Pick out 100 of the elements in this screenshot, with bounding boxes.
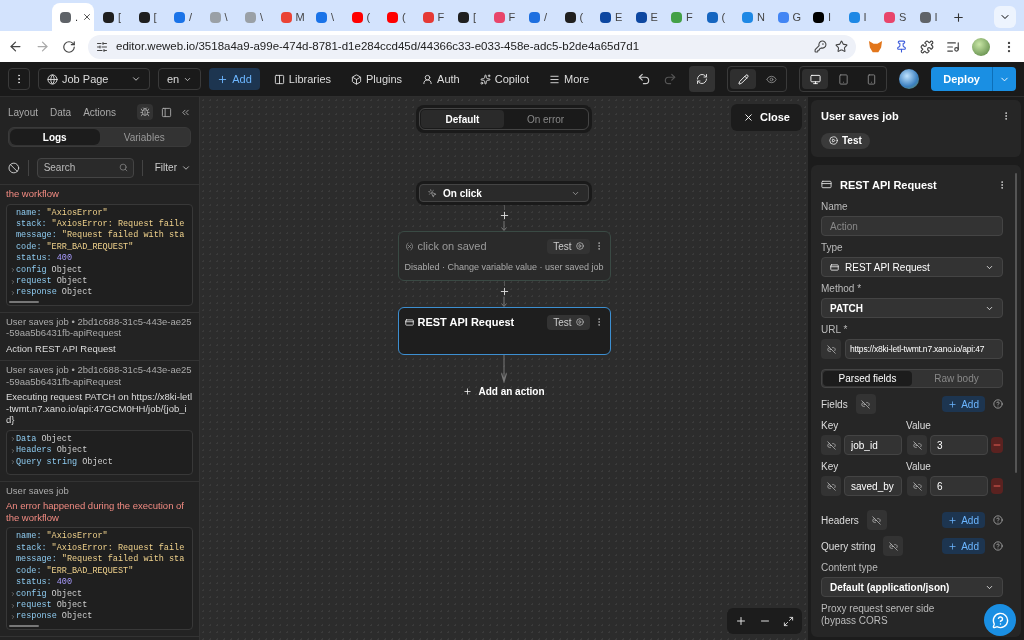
browser-tab[interactable]: [ xyxy=(129,5,165,29)
browser-tab[interactable]: ( xyxy=(697,5,733,29)
browser-tab[interactable]: F xyxy=(484,5,520,29)
remove-button[interactable] xyxy=(991,478,1003,494)
toolbar-button[interactable]: Libraries xyxy=(267,68,337,90)
browser-tab[interactable]: \ xyxy=(307,5,343,29)
property-key[interactable]: request xyxy=(16,599,52,612)
property-key[interactable]: config xyxy=(16,588,47,600)
bind-button[interactable] xyxy=(883,536,904,556)
edit-mode-button[interactable] xyxy=(730,69,757,89)
panel-tab[interactable]: Actions xyxy=(83,104,116,120)
add-step-button[interactable] xyxy=(498,210,510,221)
key-field[interactable]: job_id xyxy=(844,435,902,455)
close-button[interactable]: Close xyxy=(731,104,802,131)
bind-button[interactable] xyxy=(855,394,876,414)
action-node[interactable]: REST API Request Test xyxy=(397,307,611,355)
browser-tab[interactable]: [ xyxy=(449,5,485,29)
scrollbar-thumb[interactable] xyxy=(9,624,39,627)
bind-button[interactable] xyxy=(821,435,841,455)
browser-tab[interactable]: I xyxy=(804,5,840,29)
trigger-select[interactable]: On click xyxy=(419,184,589,202)
property-key[interactable]: response xyxy=(16,611,57,623)
value-field[interactable]: 3 xyxy=(930,435,988,455)
method-select[interactable]: PATCH xyxy=(821,298,1003,318)
add-button[interactable]: Add xyxy=(209,68,260,90)
zoom-in-button[interactable] xyxy=(735,615,747,627)
undo-button[interactable] xyxy=(637,72,652,86)
browser-tab[interactable]: F xyxy=(662,5,698,29)
browser-tab[interactable]: F xyxy=(413,5,449,29)
desktop-view-button[interactable] xyxy=(802,69,829,89)
url-field[interactable]: https://x8ki-letl-twmt.n7.xano.io/api:47 xyxy=(845,339,1003,359)
browser-tab[interactable]: I xyxy=(839,5,875,29)
toolbar-button[interactable]: Auth xyxy=(416,68,466,90)
browser-tab[interactable]: [ xyxy=(94,5,130,29)
browser-tab[interactable]: I xyxy=(910,5,946,29)
add-button[interactable]: Add xyxy=(942,538,985,554)
property-key[interactable]: response xyxy=(16,287,57,299)
tab-search-button[interactable] xyxy=(994,6,1016,28)
add-button[interactable]: Add xyxy=(942,396,985,412)
browser-tab[interactable]: ( xyxy=(378,5,414,29)
add-action-button[interactable]: Add an action xyxy=(463,384,545,399)
branch-tab[interactable]: On error xyxy=(504,110,587,128)
branch-tab[interactable]: Default xyxy=(421,110,504,128)
add-button[interactable]: Add xyxy=(942,512,985,528)
body-tab[interactable]: Parsed fields xyxy=(823,371,912,386)
browser-tab[interactable]: S xyxy=(875,5,911,29)
bind-button[interactable] xyxy=(907,435,927,455)
browser-tab[interactable]: G xyxy=(768,5,804,29)
test-button[interactable]: Test xyxy=(547,314,590,330)
browser-tab[interactable]: M xyxy=(271,5,307,29)
remove-button[interactable] xyxy=(991,437,1003,453)
address-bar[interactable]: editor.weweb.io/3518a4a9-a99e-474d-8781-d1e284ccd45d/44366c33-e033-458e-adc5-b2de4a65d7d1 xyxy=(88,34,856,59)
value-field[interactable]: 6 xyxy=(930,476,988,496)
name-field[interactable]: Action xyxy=(821,216,1003,236)
user-avatar[interactable] xyxy=(899,69,920,89)
browser-tab[interactable]: E xyxy=(626,5,662,29)
fit-view-button[interactable] xyxy=(783,615,794,627)
property-key[interactable]: request xyxy=(16,275,52,288)
filter-button[interactable]: Filter xyxy=(154,160,191,175)
content-type-select[interactable]: Default (application/json) xyxy=(821,577,1003,597)
toolbar-button[interactable]: More xyxy=(543,68,596,90)
add-step-button[interactable] xyxy=(498,286,510,297)
segment-tab[interactable]: Variables xyxy=(99,129,189,145)
property-key[interactable]: Query string xyxy=(16,456,78,468)
browser-tab[interactable]: ( xyxy=(342,5,378,29)
scrollbar-thumb[interactable] xyxy=(1015,172,1017,473)
language-select[interactable]: en xyxy=(158,68,202,90)
search-field[interactable]: Search xyxy=(36,157,134,178)
scrollbar-thumb[interactable] xyxy=(9,300,39,303)
browser-tab[interactable]: \ xyxy=(200,5,236,29)
browser-tab[interactable]: / xyxy=(520,5,556,29)
globe-icon xyxy=(47,73,58,85)
bind-button[interactable] xyxy=(866,510,887,530)
browser-tab[interactable]: / xyxy=(165,5,201,29)
page-select[interactable]: Job Page xyxy=(38,68,150,90)
property-key[interactable]: Headers xyxy=(16,445,52,457)
test-button[interactable]: Test xyxy=(821,132,870,149)
refresh-button[interactable] xyxy=(689,66,716,92)
browser-tab[interactable]: N xyxy=(733,5,769,29)
panel-tab[interactable]: Layout xyxy=(8,104,39,120)
browser-tab[interactable]: \ xyxy=(236,5,272,29)
profile-avatar[interactable] xyxy=(972,37,990,56)
property-key[interactable]: Data xyxy=(16,433,37,446)
bind-button[interactable] xyxy=(821,339,841,359)
chevron-down-icon xyxy=(131,74,141,84)
browser-tab[interactable]: . xyxy=(52,3,94,31)
bind-button[interactable] xyxy=(907,476,927,496)
property-key[interactable]: config xyxy=(16,264,47,276)
browser-tab[interactable]: ( xyxy=(555,5,591,29)
browser-tab[interactable]: E xyxy=(591,5,627,29)
panel-tab[interactable]: Data xyxy=(50,104,72,120)
bind-button[interactable] xyxy=(821,476,841,496)
body-tab[interactable]: Raw body xyxy=(912,371,1001,386)
debug-button[interactable] xyxy=(137,104,153,120)
fox-icon[interactable] xyxy=(868,39,883,54)
toolbar-button[interactable]: Plugins xyxy=(345,68,409,90)
type-select[interactable]: REST API Request xyxy=(821,257,1003,277)
key-field[interactable]: saved_by xyxy=(844,476,902,496)
toolbar-button[interactable]: Copilot xyxy=(473,68,535,90)
segment-tab[interactable]: Logs xyxy=(10,129,100,145)
